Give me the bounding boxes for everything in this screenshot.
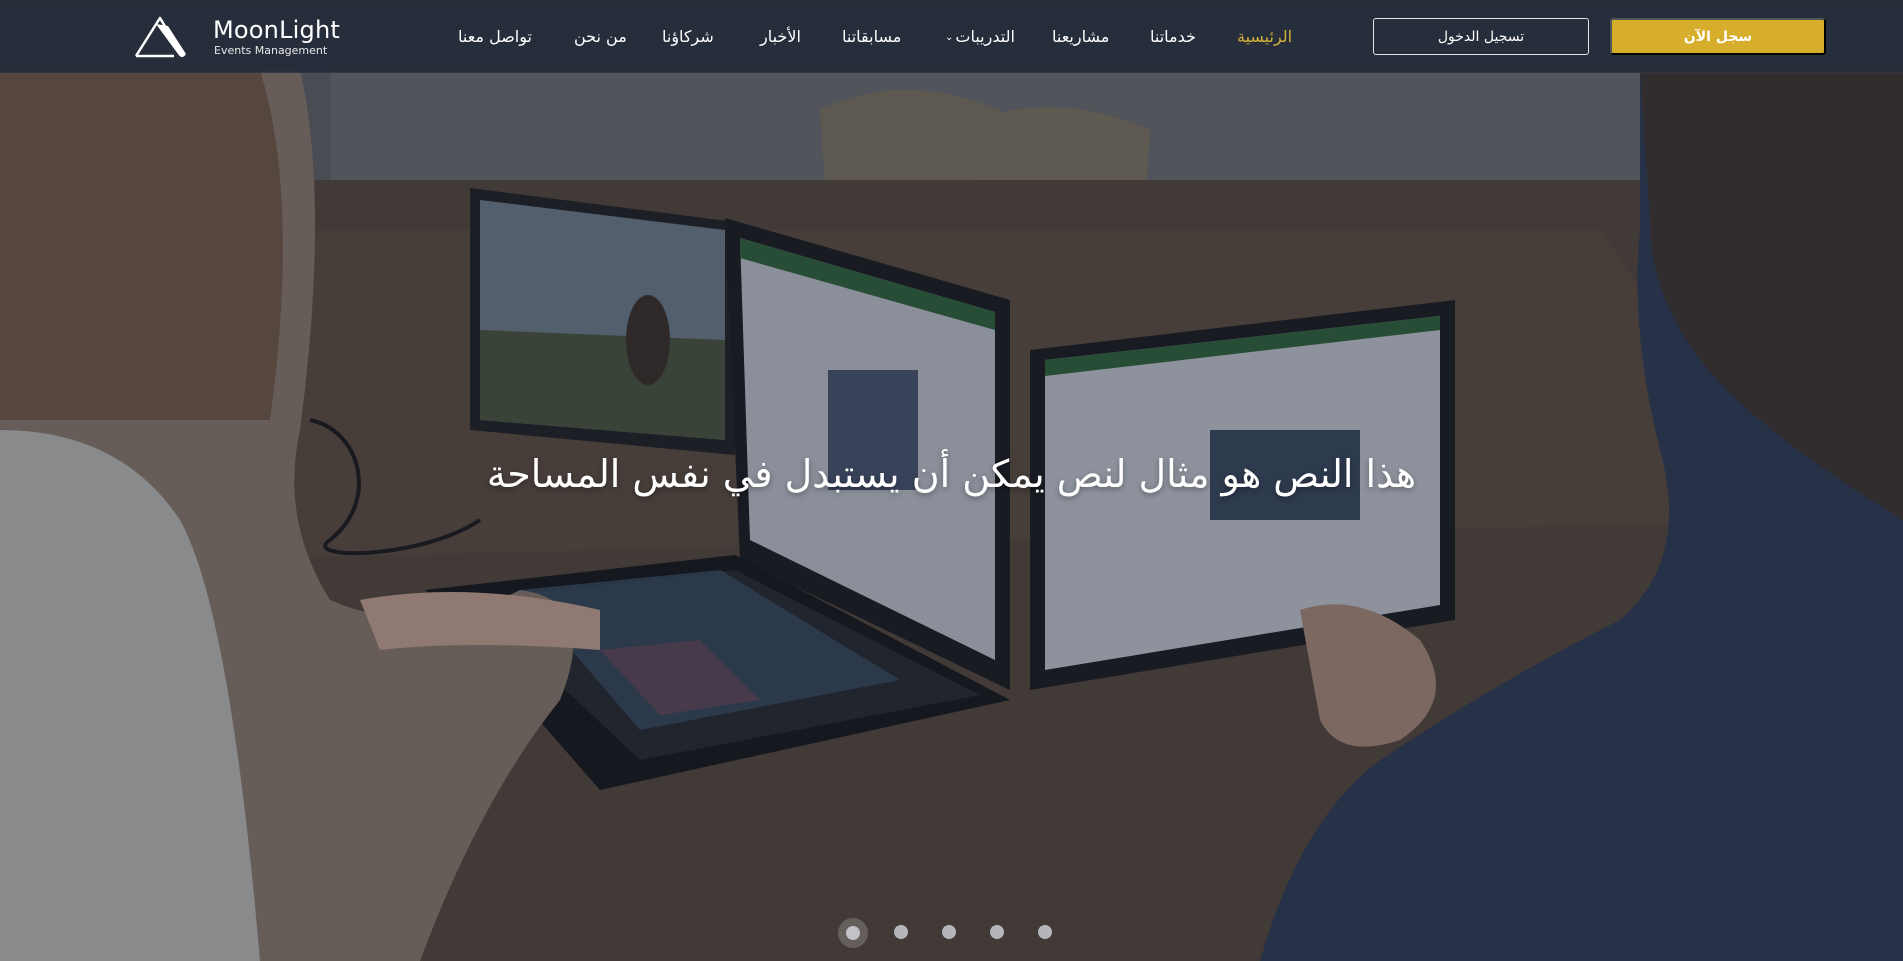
nav-item-news[interactable]: الأخبار bbox=[760, 27, 801, 46]
chevron-down-icon: ⌄ bbox=[945, 32, 954, 43]
site-header: MoonLight Events Management الرئيسية خدم… bbox=[0, 0, 1903, 73]
login-button[interactable]: تسجيل الدخول bbox=[1373, 18, 1589, 55]
slider-dot-2[interactable] bbox=[894, 925, 908, 939]
nav-item-projects[interactable]: مشاريعنا bbox=[1052, 27, 1109, 46]
signup-button[interactable]: سجل الآن bbox=[1610, 18, 1826, 55]
nav-item-contact[interactable]: تواصل معنا bbox=[458, 27, 532, 46]
slider-dot-1[interactable] bbox=[838, 918, 868, 948]
main-navigation: الرئيسية خدماتنا مشاريعنا ⌄ التدريبات مسا… bbox=[440, 0, 1300, 73]
nav-item-about[interactable]: من نحن bbox=[574, 27, 627, 46]
hero-slider: هذا النص هو مثال لنص يمكن أن يستبدل في ن… bbox=[0, 0, 1903, 961]
nav-item-trainings-label: التدريبات bbox=[955, 27, 1015, 46]
brand-name: MoonLight bbox=[213, 16, 340, 44]
nav-item-home[interactable]: الرئيسية bbox=[1237, 27, 1292, 46]
hero-headline: هذا النص هو مثال لنص يمكن أن يستبدل في ن… bbox=[486, 452, 1417, 496]
brand-tagline: Events Management bbox=[214, 44, 328, 57]
nav-item-trainings[interactable]: ⌄ التدريبات bbox=[945, 27, 1015, 46]
nav-item-services[interactable]: خدماتنا bbox=[1150, 27, 1196, 46]
slider-dot-4[interactable] bbox=[990, 925, 1004, 939]
slider-dot-3[interactable] bbox=[942, 925, 956, 939]
nav-item-competitions[interactable]: مسابقاتنا bbox=[842, 27, 901, 46]
mountain-logo-icon bbox=[134, 16, 186, 58]
slider-pagination bbox=[838, 918, 1068, 948]
nav-item-partners[interactable]: شركاؤنا bbox=[662, 27, 714, 46]
brand-logo[interactable]: MoonLight Events Management bbox=[134, 14, 340, 60]
slider-dot-5[interactable] bbox=[1038, 925, 1052, 939]
